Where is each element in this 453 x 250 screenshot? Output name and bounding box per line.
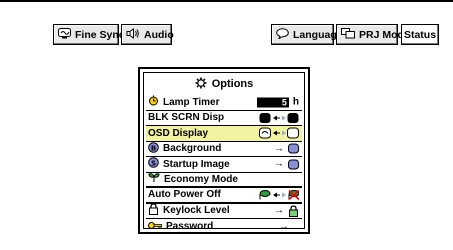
startup-image-arrow-icon: →: [274, 158, 284, 170]
option-background[interactable]: B Background →: [146, 141, 302, 157]
tab-status-label: Status: [403, 28, 437, 41]
tab-prj-mode[interactable]: PRJ Mode: [336, 24, 410, 45]
svg-text:S: S: [151, 160, 156, 168]
osd-display-label: OSD Display: [148, 127, 209, 139]
speech-bubble-icon: [276, 27, 289, 42]
auto-power-off-toggle-icon: [259, 189, 299, 200]
startup-image-submenu-icon: [288, 159, 299, 170]
keylock-submenu-icon: [289, 205, 298, 217]
option-osd-display[interactable]: OSD Display: [146, 126, 302, 142]
lock-icon: [148, 203, 159, 218]
top-divider: [0, 0, 453, 2]
background-label: Background: [163, 143, 222, 155]
option-keylock-level[interactable]: Keylock Level →: [146, 203, 302, 219]
option-lamp-timer[interactable]: Lamp Timer 5 h: [146, 95, 302, 111]
options-panel: Options Lamp Timer 5 h BLK SCRN Disp OSD…: [138, 67, 310, 234]
tab-fine-sync-label: Fine Sync: [75, 28, 125, 41]
option-economy-mode[interactable]: Economy Mode: [146, 172, 302, 188]
option-auto-power-off[interactable]: Auto Power Off: [146, 188, 302, 204]
lamp-timer-icon: [148, 95, 159, 109]
option-startup-image[interactable]: S Startup Image →: [146, 157, 302, 173]
economy-mode-label: Economy Mode: [164, 173, 238, 185]
password-arrow-icon: →: [279, 221, 289, 233]
tab-audio[interactable]: Audio: [121, 24, 174, 45]
lamp-timer-value: 5: [256, 97, 289, 108]
auto-power-off-label: Auto Power Off: [148, 189, 221, 201]
background-submenu-icon: [288, 143, 299, 154]
option-password[interactable]: Password →: [146, 219, 302, 235]
blk-scrn-disp-label: BLK SCRN Disp: [148, 112, 225, 124]
startup-image-label: Startup Image: [163, 158, 230, 170]
tab-audio-label: Audio: [144, 28, 174, 41]
osd-display-toggle-icon: [259, 127, 299, 139]
key-icon: [148, 221, 162, 233]
background-arrow-icon: →: [274, 143, 284, 155]
svg-text:B: B: [151, 144, 156, 152]
panel-title-text: Options: [211, 78, 254, 90]
password-label: Password: [166, 221, 214, 233]
tab-language[interactable]: Language: [271, 24, 343, 45]
background-icon: B: [148, 141, 159, 156]
leaf-icon: [148, 172, 160, 186]
option-blk-scrn-disp[interactable]: BLK SCRN Disp: [146, 111, 302, 126]
display-icon: [341, 27, 355, 42]
monitor-icon: [58, 27, 71, 42]
gear-icon: [195, 77, 207, 92]
blk-scrn-toggle-icon: [259, 112, 299, 123]
lamp-timer-unit: h: [292, 96, 299, 108]
startup-image-icon: S: [148, 157, 159, 171]
keylock-level-label: Keylock Level: [163, 205, 230, 217]
speaker-icon: [126, 27, 140, 42]
tab-fine-sync[interactable]: Fine Sync: [53, 24, 125, 45]
lamp-timer-label: Lamp Timer: [163, 96, 220, 108]
panel-title: Options: [144, 73, 304, 95]
keylock-level-arrow-icon: →: [274, 205, 284, 217]
tab-status[interactable]: Status: [401, 24, 439, 45]
